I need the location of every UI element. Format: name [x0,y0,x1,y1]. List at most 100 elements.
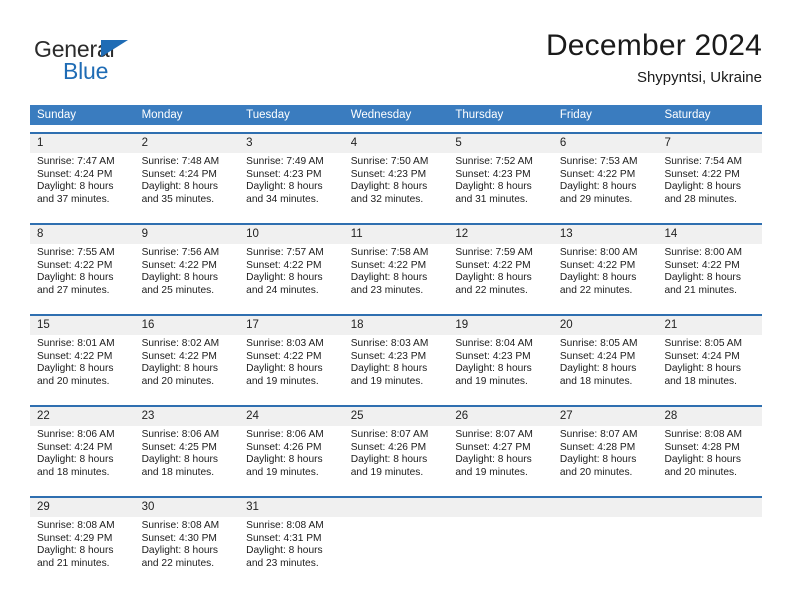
day-number: 4 [350,137,358,149]
daylight-text-line1: Daylight: 8 hours [559,272,637,284]
calendar-day-cell[interactable]: 4 Sunrise: 7:50 AM Sunset: 4:23 PM Dayli… [343,134,449,216]
calendar-page: General Blue December 2024 Shypyntsi, Uk… [0,0,792,612]
day-number-band: 4 [343,134,449,153]
daylight-text-line1: Daylight: 8 hours [455,272,532,284]
calendar-day-cell[interactable]: 19 Sunrise: 8:04 AM Sunset: 4:23 PM Dayl… [448,316,553,398]
calendar-day-cell[interactable]: 15 Sunrise: 8:01 AM Sunset: 4:22 PM Dayl… [30,316,135,398]
page-header: General Blue December 2024 Shypyntsi, Uk… [30,28,762,100]
calendar-day-cell[interactable]: 5 Sunrise: 7:52 AM Sunset: 4:23 PM Dayli… [448,134,553,216]
calendar-week-row: 8 Sunrise: 7:55 AM Sunset: 4:22 PM Dayli… [30,223,763,307]
calendar-day-cell[interactable]: 9 Sunrise: 7:56 AM Sunset: 4:22 PM Dayli… [134,225,240,307]
daylight-text-line2: and 20 minutes. [559,466,633,478]
calendar-day-cell[interactable]: 24 Sunrise: 8:06 AM Sunset: 4:26 PM Dayl… [239,407,344,489]
day-details: Sunrise: 8:02 AM Sunset: 4:22 PM Dayligh… [135,335,240,388]
daylight-text-line2: and 29 minutes. [559,193,633,205]
sunset-text: Sunset: 4:22 PM [664,168,740,180]
calendar-day-cell[interactable]: 30 Sunrise: 8:08 AM Sunset: 4:30 PM Dayl… [134,498,240,580]
sunrise-text: Sunrise: 7:57 AM [246,247,324,258]
day-number: 9 [141,228,148,240]
calendar-day-cell[interactable]: 2 Sunrise: 7:48 AM Sunset: 4:24 PM Dayli… [134,134,240,216]
sunset-text: Sunset: 4:30 PM [141,532,217,544]
calendar-day-cell[interactable]: 26 Sunrise: 8:07 AM Sunset: 4:27 PM Dayl… [448,407,553,489]
day-details: Sunrise: 7:54 AM Sunset: 4:22 PM Dayligh… [657,153,762,206]
calendar-day-cell[interactable]: 31 Sunrise: 8:08 AM Sunset: 4:31 PM Dayl… [239,498,344,580]
calendar-day-cell[interactable]: 27 Sunrise: 8:07 AM Sunset: 4:28 PM Dayl… [552,407,658,489]
sunset-text: Sunset: 4:26 PM [246,441,322,453]
calendar-day-cell[interactable]: 23 Sunrise: 8:06 AM Sunset: 4:25 PM Dayl… [134,407,240,489]
sunset-text: Sunset: 4:27 PM [455,441,531,453]
daylight-text-line1: Daylight: 8 hours [350,272,428,284]
day-number-band: 7 [657,134,763,153]
daylight-text-line1: Daylight: 8 hours [246,363,323,375]
calendar-day-cell[interactable]: 6 Sunrise: 7:53 AM Sunset: 4:22 PM Dayli… [552,134,658,216]
sunrise-text: Sunrise: 8:00 AM [664,247,743,258]
daylight-text-line2: and 23 minutes. [350,284,424,296]
calendar-week-row: 15 Sunrise: 8:01 AM Sunset: 4:22 PM Dayl… [30,314,763,398]
calendar-day-cell[interactable]: 18 Sunrise: 8:03 AM Sunset: 4:23 PM Dayl… [343,316,449,398]
calendar-day-cell[interactable]: 22 Sunrise: 8:06 AM Sunset: 4:24 PM Dayl… [30,407,135,489]
sunset-text: Sunset: 4:23 PM [350,168,427,180]
day-number: 25 [350,410,364,422]
calendar-day-cell[interactable]: 11 Sunrise: 7:58 AM Sunset: 4:22 PM Dayl… [343,225,449,307]
day-details: Sunrise: 8:05 AM Sunset: 4:24 PM Dayligh… [553,335,658,388]
sunrise-text: Sunrise: 8:02 AM [141,338,220,349]
sunrise-text: Sunrise: 8:06 AM [246,429,324,440]
calendar-day-cell[interactable]: 20 Sunrise: 8:05 AM Sunset: 4:24 PM Dayl… [552,316,658,398]
daylight-text-line2: and 19 minutes. [350,375,424,387]
sunset-text: Sunset: 4:22 PM [246,259,322,271]
sunset-text: Sunset: 4:23 PM [350,350,427,362]
sunset-text: Sunset: 4:25 PM [141,441,217,453]
daylight-text-line2: and 20 minutes. [664,466,737,478]
calendar-day-cell[interactable]: 14 Sunrise: 8:00 AM Sunset: 4:22 PM Dayl… [657,225,763,307]
sunset-text: Sunset: 4:23 PM [246,168,322,180]
calendar-day-cell[interactable]: 16 Sunrise: 8:02 AM Sunset: 4:22 PM Dayl… [134,316,240,398]
day-details: Sunrise: 7:58 AM Sunset: 4:22 PM Dayligh… [344,244,449,297]
calendar-day-cell[interactable]: 10 Sunrise: 7:57 AM Sunset: 4:22 PM Dayl… [239,225,344,307]
sunrise-text: Sunrise: 7:53 AM [559,156,638,167]
calendar-day-cell[interactable]: 12 Sunrise: 7:59 AM Sunset: 4:22 PM Dayl… [448,225,553,307]
daylight-text-line2: and 19 minutes. [246,375,319,387]
sunset-text: Sunset: 4:23 PM [455,168,531,180]
sunset-text: Sunset: 4:22 PM [141,350,217,362]
day-number-band: 23 [134,407,240,426]
daylight-text-line2: and 18 minutes. [559,375,633,387]
day-number: 28 [664,410,678,422]
daylight-text-line2: and 20 minutes. [37,375,110,387]
calendar-day-cell[interactable]: 8 Sunrise: 7:55 AM Sunset: 4:22 PM Dayli… [30,225,135,307]
day-number: 27 [559,410,573,422]
day-number-band: 25 [343,407,449,426]
sunset-text: Sunset: 4:22 PM [559,168,636,180]
calendar-day-cell[interactable]: 7 Sunrise: 7:54 AM Sunset: 4:22 PM Dayli… [657,134,763,216]
daylight-text-line1: Daylight: 8 hours [455,181,532,193]
daylight-text-line1: Daylight: 8 hours [37,363,114,375]
day-details: Sunrise: 8:08 AM Sunset: 4:29 PM Dayligh… [30,517,135,570]
sunrise-text: Sunrise: 8:03 AM [246,338,324,349]
daylight-text-line1: Daylight: 8 hours [664,454,741,466]
sunrise-text: Sunrise: 7:47 AM [37,156,115,167]
day-number: 19 [455,319,469,331]
day-details: Sunrise: 8:06 AM Sunset: 4:26 PM Dayligh… [239,426,344,479]
daylight-text-line1: Daylight: 8 hours [141,545,219,557]
daylight-text-line2: and 31 minutes. [455,193,528,205]
daylight-text-line2: and 19 minutes. [455,466,528,478]
day-number-band: 19 [448,316,553,335]
calendar-day-cell[interactable]: 21 Sunrise: 8:05 AM Sunset: 4:24 PM Dayl… [657,316,763,398]
sunset-text: Sunset: 4:22 PM [350,259,427,271]
calendar-day-cell[interactable]: 25 Sunrise: 8:07 AM Sunset: 4:26 PM Dayl… [343,407,449,489]
sunset-text: Sunset: 4:22 PM [455,259,531,271]
calendar-day-cell[interactable]: 13 Sunrise: 8:00 AM Sunset: 4:22 PM Dayl… [552,225,658,307]
day-number-band [552,498,658,517]
day-details: Sunrise: 8:03 AM Sunset: 4:23 PM Dayligh… [344,335,449,388]
weekday-header-monday: Monday [141,109,183,121]
calendar-day-cell[interactable]: 28 Sunrise: 8:08 AM Sunset: 4:28 PM Dayl… [657,407,763,489]
day-number: 10 [246,228,259,240]
calendar-day-cell[interactable]: 3 Sunrise: 7:49 AM Sunset: 4:23 PM Dayli… [239,134,344,216]
calendar-day-cell[interactable]: 17 Sunrise: 8:03 AM Sunset: 4:22 PM Dayl… [239,316,344,398]
day-details: Sunrise: 7:50 AM Sunset: 4:23 PM Dayligh… [344,153,449,206]
calendar-day-cell[interactable]: 1 Sunrise: 7:47 AM Sunset: 4:24 PM Dayli… [30,134,135,216]
day-number-band: 21 [657,316,763,335]
daylight-text-line1: Daylight: 8 hours [246,181,323,193]
day-number-band: 16 [134,316,240,335]
calendar-day-cell[interactable]: 29 Sunrise: 8:08 AM Sunset: 4:29 PM Dayl… [30,498,135,580]
weekday-header-sunday: Sunday [37,109,77,121]
